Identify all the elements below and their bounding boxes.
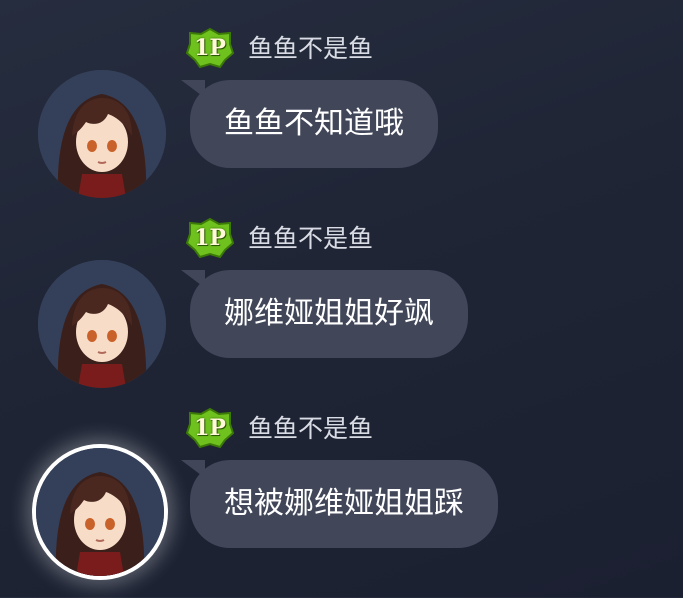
player-1p-badge-icon: 1P [186, 28, 234, 68]
chat-message: 1P 鱼鱼不是鱼 想被娜维娅姐姐踩 [0, 408, 683, 598]
message-bubble[interactable]: 鱼鱼不知道哦 [190, 80, 438, 168]
chat-log: 1P 鱼鱼不是鱼 鱼鱼不知道哦 1P 鱼鱼不是鱼 娜维娅姐姐好飒 1P 鱼鱼不是… [0, 0, 683, 597]
message-bubble[interactable]: 想被娜维娅姐姐踩 [190, 460, 498, 548]
message-bubble[interactable]: 娜维娅姐姐好飒 [190, 270, 468, 358]
chat-message: 1P 鱼鱼不是鱼 鱼鱼不知道哦 [0, 28, 683, 218]
chat-message: 1P 鱼鱼不是鱼 娜维娅姐姐好飒 [0, 218, 683, 408]
avatar[interactable] [32, 444, 168, 580]
sender-name: 鱼鱼不是鱼 [248, 224, 374, 253]
avatar-portrait [36, 448, 164, 576]
avatar[interactable] [38, 260, 166, 388]
avatar-portrait [38, 70, 166, 198]
avatar-portrait [38, 260, 166, 388]
badge-label: 1P [194, 415, 226, 441]
sender-name: 鱼鱼不是鱼 [248, 414, 374, 443]
badge-label: 1P [194, 225, 226, 251]
player-1p-badge-icon: 1P [186, 408, 234, 448]
badge-label: 1P [194, 35, 226, 61]
sender-name: 鱼鱼不是鱼 [248, 34, 374, 63]
avatar[interactable] [38, 70, 166, 198]
player-1p-badge-icon: 1P [186, 218, 234, 258]
